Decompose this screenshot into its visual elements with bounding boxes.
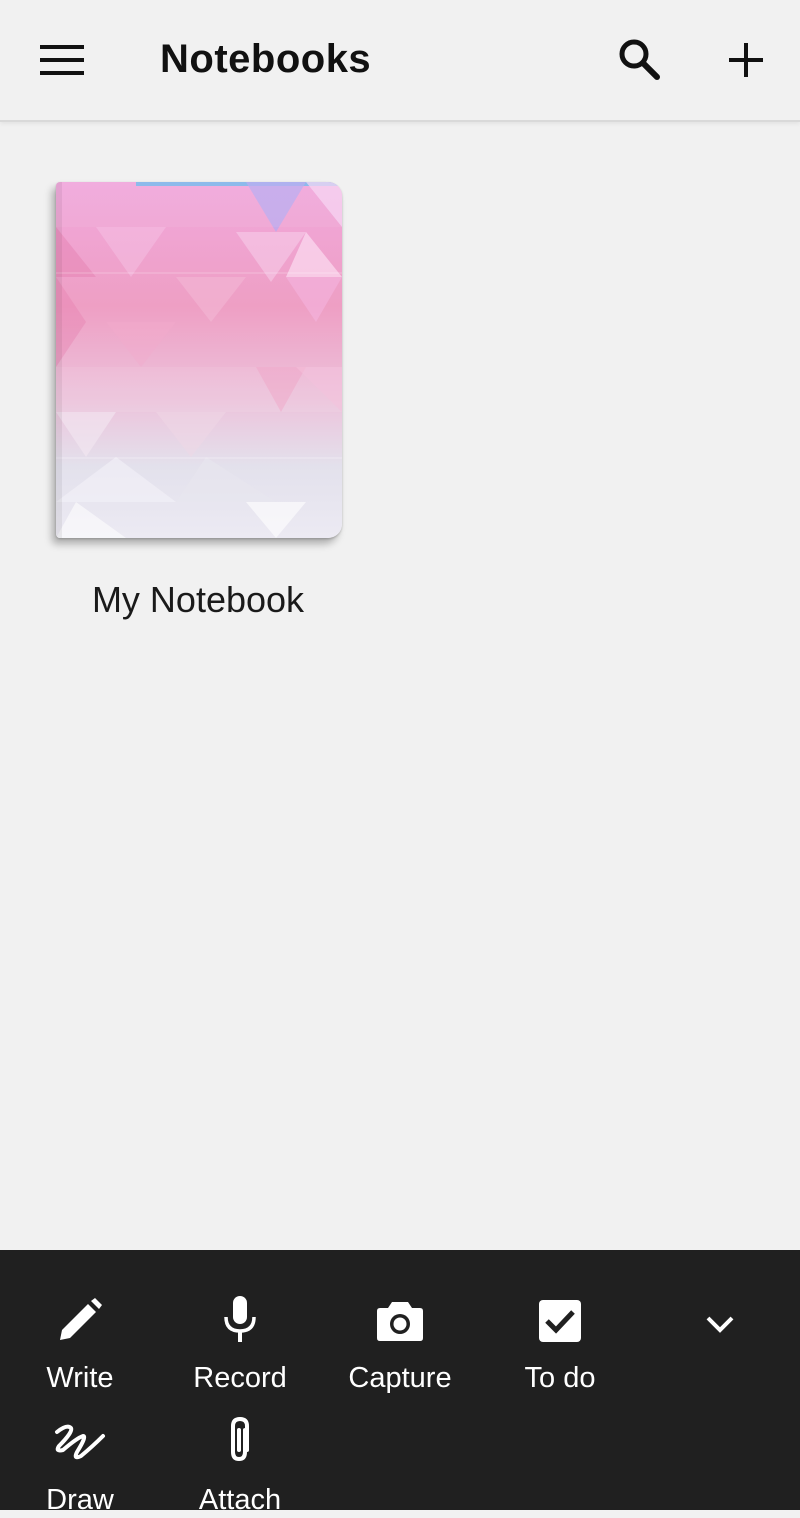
bottom-toolbar: Write Record Capture To do Draw Attach (0, 1250, 800, 1516)
todo-button[interactable]: To do (480, 1280, 640, 1394)
record-label: Record (193, 1362, 287, 1394)
capture-button[interactable]: Capture (320, 1280, 480, 1394)
microphone-icon (224, 1296, 256, 1342)
write-label: Write (46, 1362, 114, 1394)
menu-button[interactable] (28, 28, 96, 92)
todo-label: To do (524, 1362, 596, 1394)
app-header: Notebooks (0, 0, 800, 122)
notebook-name: My Notebook (91, 579, 305, 620)
capture-label: Capture (348, 1362, 452, 1394)
write-button[interactable]: Write (0, 1280, 160, 1394)
search-button[interactable] (606, 26, 672, 92)
plus-icon (729, 43, 763, 77)
attach-button[interactable]: Attach (160, 1402, 320, 1516)
draw-button[interactable]: Draw (0, 1402, 160, 1516)
draw-label: Draw (46, 1484, 114, 1516)
checkbox-icon (539, 1300, 581, 1342)
notebook-card[interactable]: My Notebook (40, 170, 360, 640)
record-button[interactable]: Record (160, 1280, 320, 1394)
camera-icon (377, 1302, 423, 1341)
chevron-down-icon (706, 1316, 734, 1333)
collapse-toolbar-button[interactable] (690, 1294, 750, 1354)
pencil-icon (60, 1298, 102, 1340)
search-icon (619, 39, 660, 80)
notebook-cover (56, 182, 342, 538)
scribble-icon (55, 1424, 105, 1460)
attach-label: Attach (198, 1484, 282, 1516)
menu-icon (40, 45, 84, 75)
paperclip-icon (231, 1416, 249, 1462)
page-title: Notebooks (160, 37, 372, 81)
add-notebook-button[interactable] (712, 26, 780, 94)
